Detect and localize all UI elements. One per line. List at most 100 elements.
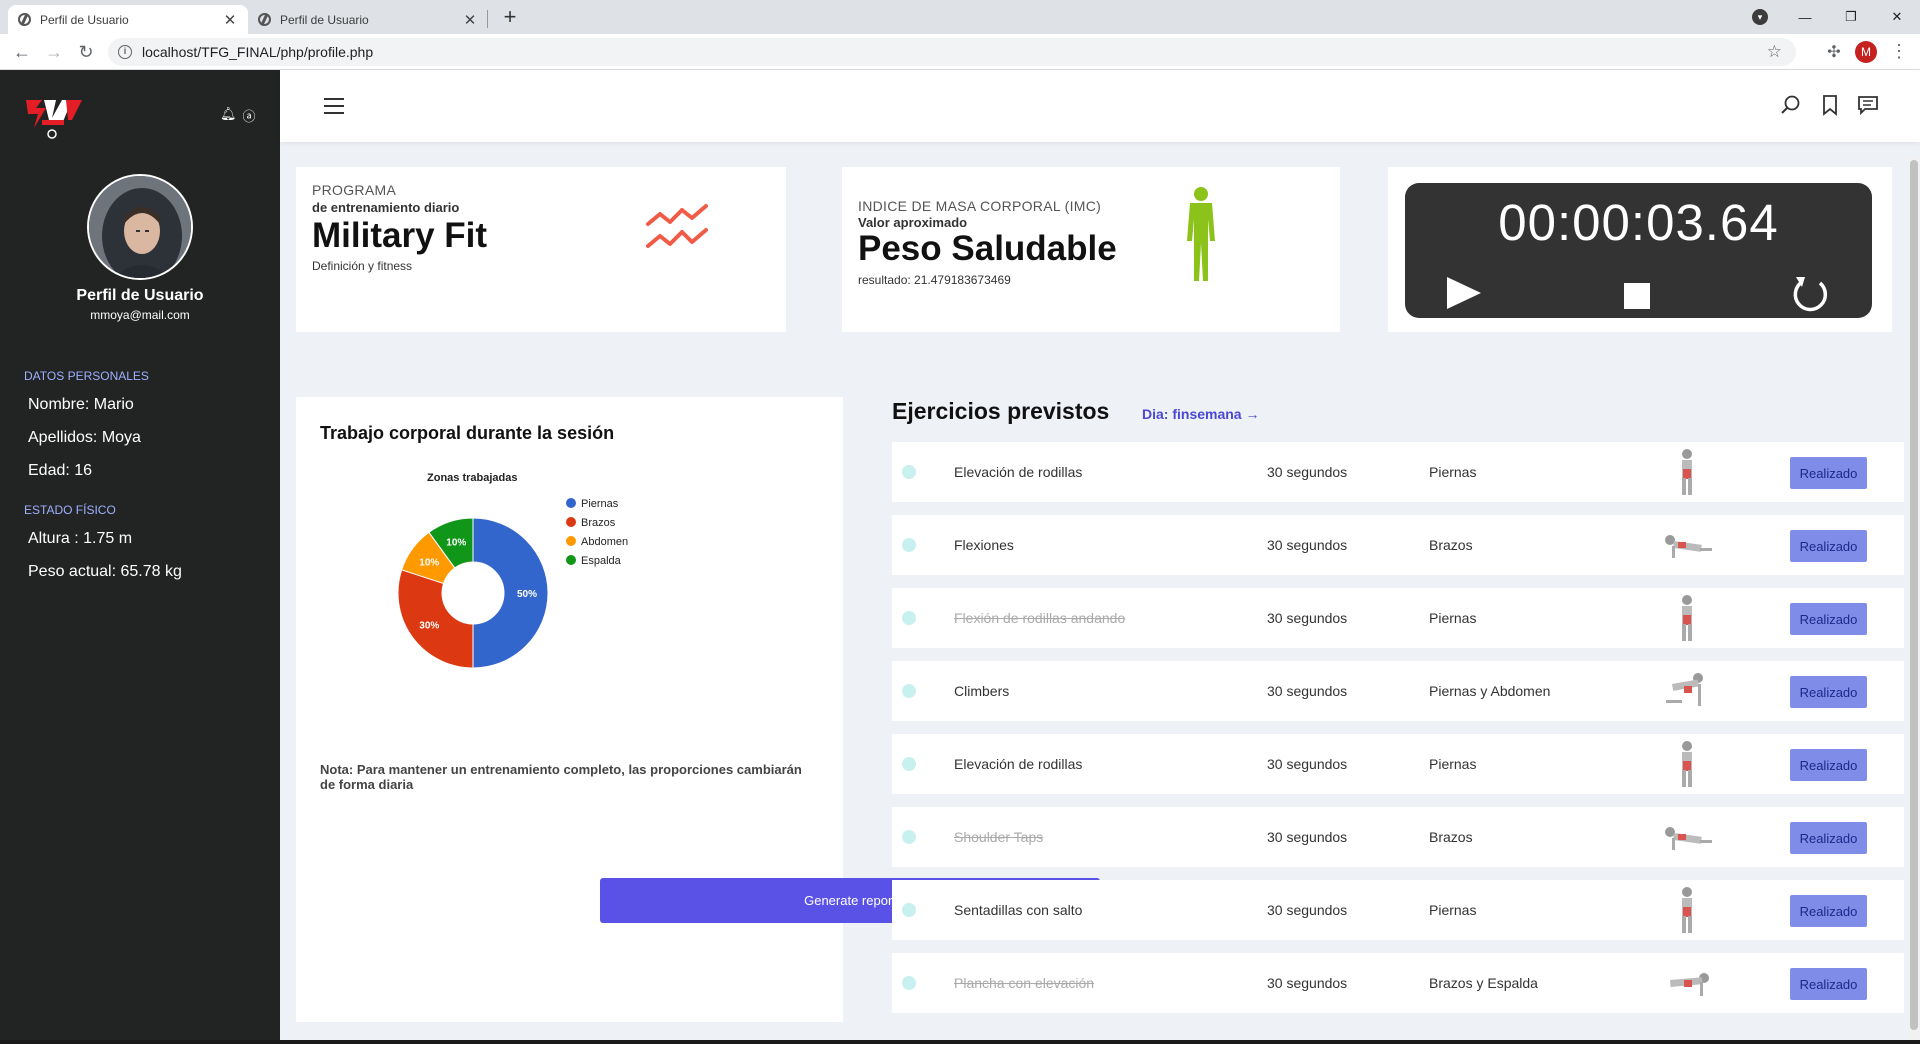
body-figure-icon (1187, 187, 1215, 281)
play-icon[interactable] (1445, 275, 1483, 311)
window-close-button[interactable]: ✕ (1874, 0, 1920, 34)
exercise-status-dot[interactable] (902, 757, 916, 771)
program-label: PROGRAMA (312, 182, 397, 198)
exercise-illustration-icon (1682, 741, 1692, 787)
chart-note: Nota: Para mantener un entrenamiento com… (320, 762, 802, 792)
personal-age: Edad: 16 (28, 462, 93, 479)
done-button[interactable]: Realizado (1790, 749, 1867, 781)
done-button[interactable]: Realizado (1790, 822, 1867, 854)
section-personal-data-title: DATOS PERSONALES (24, 369, 149, 383)
chart-slice-brazos[interactable] (397, 569, 474, 669)
window-minimize-button[interactable]: — (1782, 0, 1828, 34)
bottom-edge (0, 1040, 1920, 1044)
search-icon[interactable] (1780, 94, 1802, 116)
top-header (280, 70, 1920, 142)
back-arrow-icon[interactable]: ← (8, 38, 36, 66)
tab-close-icon[interactable]: ✕ (462, 11, 478, 29)
exercise-row: Climbers 30 segundos Piernas y Abdomen Real… (892, 661, 1904, 721)
chart-data-label: 10% (419, 557, 439, 568)
exercise-status-dot[interactable] (902, 903, 916, 917)
imc-value: Peso Saludable (858, 229, 1117, 268)
window-restore-button[interactable]: ❐ (1828, 0, 1874, 34)
exercise-illustration-icon (1682, 887, 1692, 933)
imc-result: resultado: 21.479183673469 (858, 273, 1011, 287)
exercise-row: Flexiones 30 segundos Brazos Realizado (892, 515, 1904, 575)
exercise-status-dot[interactable] (902, 611, 916, 625)
exercise-zone: Brazos (1429, 537, 1473, 553)
program-name: Military Fit (312, 216, 488, 255)
stop-icon[interactable] (1624, 283, 1650, 309)
exercise-name: Sentadillas con salto (954, 902, 1083, 918)
program-description: Definición y fitness (312, 259, 413, 273)
exercise-zone: Piernas (1429, 610, 1477, 626)
exercise-duration: 30 segundos (1267, 975, 1348, 991)
bell-icon[interactable]: 🔔︎ (220, 106, 237, 125)
program-card: PROGRAMA de entrenamiento diario Militar… (296, 167, 786, 332)
exercise-illustration-icon (1682, 595, 1692, 641)
tab-perfil-2[interactable]: Perfil de Usuario ✕ (248, 5, 488, 34)
exercise-zone: Piernas (1429, 464, 1477, 480)
browser-menu-icon[interactable]: ⋮ (1890, 41, 1908, 62)
exercise-zone: Brazos (1429, 829, 1473, 845)
done-button[interactable]: Realizado (1790, 603, 1867, 635)
sidebar-header-icons: 🔔︎ ⓐ (220, 106, 256, 125)
exercise-duration: 30 segundos (1267, 829, 1348, 845)
user-circle-icon[interactable]: ⓐ (243, 106, 256, 125)
done-button[interactable]: Realizado (1790, 676, 1867, 708)
legend-swatch (566, 498, 576, 508)
program-subtitle: de entrenamiento diario (312, 200, 460, 215)
done-button[interactable]: Realizado (1790, 895, 1867, 927)
section-physical-state-title: ESTADO FÍSICO (24, 503, 116, 517)
hamburger-menu-icon[interactable] (324, 98, 344, 114)
address-bar[interactable]: i localhost/TFG_FINAL/php/profile.php ☆ (108, 38, 1796, 66)
exercise-status-dot[interactable] (902, 538, 916, 552)
exercise-duration: 30 segundos (1267, 683, 1348, 699)
level-up-logo[interactable] (22, 94, 86, 140)
done-button[interactable]: Realizado (1790, 968, 1867, 1000)
tab-perfil-active[interactable]: Perfil de Usuario ✕ (8, 5, 248, 34)
exercise-row: Sentadillas con salto 30 segundos Piernas R… (892, 880, 1904, 940)
body-work-card: Trabajo corporal durante la sesión Zonas… (296, 397, 843, 1022)
exercise-status-dot[interactable] (902, 830, 916, 844)
bookmark-icon[interactable] (1819, 94, 1841, 116)
exercises-title: Ejercicios previstos (892, 398, 1110, 424)
exercise-zone: Piernas y Abdomen (1429, 683, 1551, 699)
stopwatch: 00:00:03.64 (1405, 183, 1872, 318)
exercise-zone: Piernas (1429, 902, 1477, 918)
legend-label: Abdomen (581, 536, 628, 548)
exercise-row: Elevación de rodillas 30 segundos Piernas R… (892, 442, 1904, 502)
done-button[interactable]: Realizado (1790, 530, 1867, 562)
tab-search-icon[interactable]: ▾ (1752, 9, 1768, 25)
exercise-name: Climbers (954, 683, 1010, 699)
tab-favicon-icon (258, 13, 271, 26)
tab-title: Perfil de Usuario (280, 12, 369, 27)
site-info-icon[interactable]: i (118, 45, 132, 59)
chart-data-label: 30% (419, 621, 439, 632)
exercise-duration: 30 segundos (1267, 464, 1348, 480)
exercise-status-dot[interactable] (902, 684, 916, 698)
browser-toolbar: ← → ↻ i localhost/TFG_FINAL/php/profile.… (0, 34, 1920, 70)
done-button[interactable]: Realizado (1790, 457, 1867, 489)
scrollbar-thumb[interactable] (1910, 160, 1918, 1030)
tab-favicon-icon (18, 13, 31, 26)
avatar (87, 174, 193, 280)
extensions-puzzle-icon[interactable]: ✣ (1824, 42, 1844, 62)
bookmark-star-icon[interactable]: ☆ (1767, 42, 1782, 62)
exercises-day-link[interactable]: Dia: finsemana → (1142, 406, 1259, 422)
physical-weight: Peso actual: 65.78 kg (28, 563, 182, 580)
reset-icon[interactable] (1790, 273, 1830, 313)
exercise-name: Flexiones (954, 537, 1014, 553)
new-tab-button[interactable]: + (498, 5, 522, 29)
exercise-duration: 30 segundos (1267, 537, 1348, 553)
profile-avatar[interactable]: M (1855, 41, 1877, 63)
chat-message-icon[interactable] (1857, 94, 1879, 116)
exercise-status-dot[interactable] (902, 465, 916, 479)
exercise-duration: 30 segundos (1267, 902, 1348, 918)
tab-close-icon[interactable]: ✕ (222, 11, 238, 29)
forward-arrow-icon[interactable]: → (40, 38, 68, 66)
exercise-illustration-icon (1670, 973, 1709, 996)
exercise-illustration-icon (1666, 673, 1703, 706)
sidebar-user-name: Perfil de Usuario (76, 287, 204, 304)
exercise-status-dot[interactable] (902, 976, 916, 990)
reload-icon[interactable]: ↻ (72, 38, 100, 66)
